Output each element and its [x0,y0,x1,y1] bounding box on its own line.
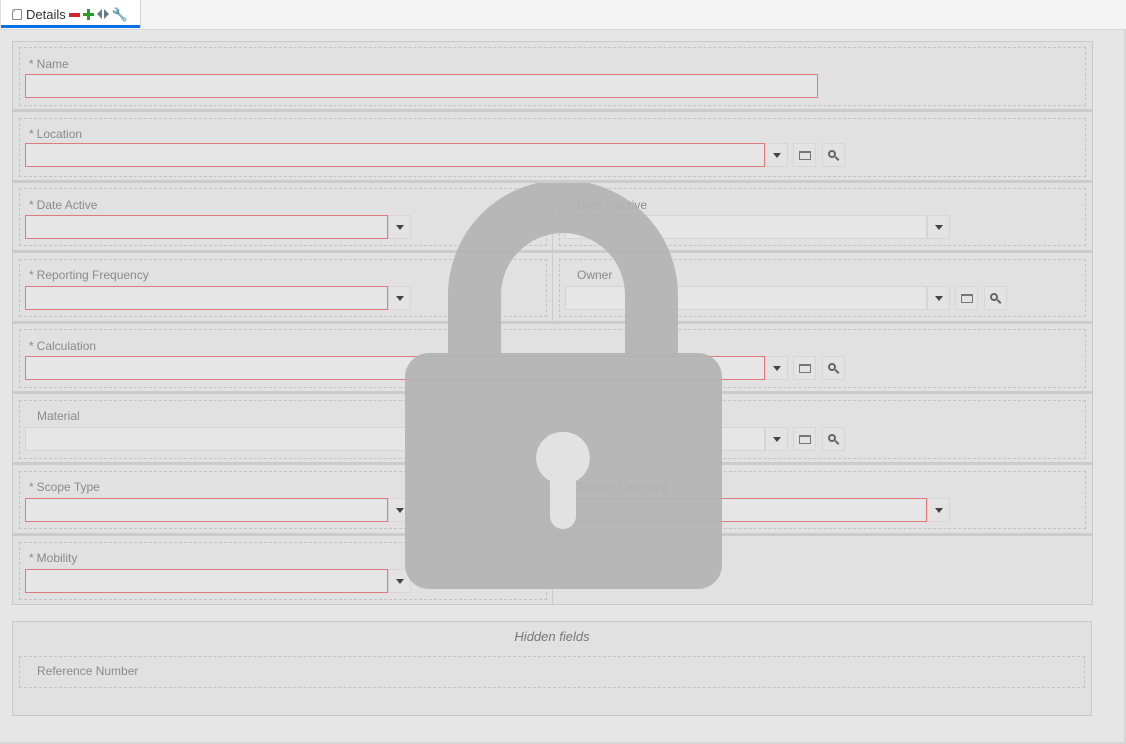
cell-date-inactive: Date Inactive [553,183,1092,250]
hidden-fields-title: Hidden fields [514,629,590,644]
search-icon [828,362,836,371]
name-input[interactable] [25,74,818,98]
mobility-input[interactable] [25,569,388,593]
reporting-frequency-dropdown-button[interactable] [388,286,411,310]
reporting-frequency-label: * Reporting Frequency [29,268,149,282]
date-inactive-dropdown-button[interactable] [927,215,950,239]
owner-label: Owner [577,268,613,282]
next-icon[interactable] [103,9,109,19]
scope-type-dropdown-button[interactable] [388,498,411,522]
field-scope-type: * Scope Type [19,471,547,529]
chevron-down-icon [395,578,404,584]
material-dropdown-button[interactable] [765,427,788,451]
field-material: Material [19,400,1086,459]
row-frequency-owner: * Reporting Frequency Owner [13,253,1092,324]
material-input[interactable] [25,427,765,451]
calculation-dropdown-button[interactable] [765,356,788,380]
row-location: * Location [13,112,1092,183]
reporting-frequency-input[interactable] [25,286,388,310]
document-icon [12,8,22,20]
row-scope-source: * Scope Type * Source Category [13,465,1092,536]
date-inactive-label: Date Inactive [577,198,648,212]
previous-icon[interactable] [96,9,102,19]
material-label: Material [37,409,80,423]
cell-scope-type: * Scope Type [13,465,553,533]
row-name: * Name [13,42,1092,112]
owner-search-button[interactable] [984,286,1007,310]
search-icon [990,292,998,301]
source-category-label: * Source Category [569,480,667,494]
field-source-category: * Source Category [559,471,1086,529]
chevron-down-icon [395,295,404,301]
field-reporting-frequency: * Reporting Frequency [19,259,547,317]
owner-browse-button[interactable] [955,286,978,310]
remove-icon[interactable] [68,13,80,17]
cell-date-active: * Date Active [13,183,553,250]
cell-source-category: * Source Category [553,465,1092,533]
wrench-icon[interactable]: 🔧 [112,8,128,21]
scope-type-label: * Scope Type [29,480,100,494]
location-dropdown-button[interactable] [765,143,788,167]
field-date-active: * Date Active [19,188,547,246]
chevron-down-icon [395,507,404,513]
chevron-down-icon [395,224,404,230]
chevron-down-icon [934,295,943,301]
field-owner: Owner [559,259,1086,317]
date-active-label: * Date Active [29,198,98,212]
calculation-search-button[interactable] [822,356,845,380]
chevron-down-icon [772,152,781,158]
folder-icon [798,434,811,444]
chevron-down-icon [772,436,781,442]
mobility-label: * Mobility [29,551,78,565]
tab-label: Details [26,6,66,22]
field-date-inactive: Date Inactive [559,188,1086,246]
mobility-dropdown-button[interactable] [388,569,411,593]
calculation-label: * Calculation [29,339,97,353]
location-label: * Location [29,127,83,141]
scope-type-input[interactable] [25,498,388,522]
chevron-down-icon [772,365,781,371]
source-category-input[interactable] [565,498,927,522]
reference-number-label: Reference Number [37,664,139,678]
row-mobility: * Mobility [13,536,1092,604]
calculation-input[interactable] [25,356,765,380]
folder-icon [798,150,811,160]
cell-mobility: * Mobility [13,536,553,604]
calculation-browse-button[interactable] [793,356,816,380]
field-reference-number: Reference Number [19,656,1085,688]
field-name: * Name [19,47,1086,106]
field-location: * Location [19,118,1086,177]
date-active-input[interactable] [25,215,388,239]
location-search-button[interactable] [822,143,845,167]
field-calculation: * Calculation [19,329,1086,388]
chevron-down-icon [934,224,943,230]
hidden-fields-section: Hidden fields Reference Number [12,621,1092,716]
tab-bar: Details 🔧 [0,0,1126,30]
cell-owner: Owner [553,253,1092,321]
row-material: Material [13,394,1092,465]
material-browse-button[interactable] [793,427,816,451]
location-input[interactable] [25,143,765,167]
row-calculation: * Calculation [13,324,1092,394]
owner-dropdown-button[interactable] [927,286,950,310]
search-icon [828,433,836,442]
cell-reporting-frequency: * Reporting Frequency [13,253,553,321]
folder-icon [960,293,973,303]
search-icon [828,149,836,158]
location-browse-button[interactable] [793,143,816,167]
owner-input[interactable] [565,286,927,310]
tab-details[interactable]: Details 🔧 [0,0,141,28]
row-dates: * Date Active Date Inactive [13,183,1092,253]
folder-icon [798,363,811,373]
material-search-button[interactable] [822,427,845,451]
field-mobility: * Mobility [19,542,547,600]
details-form: * Name * Location * Date Active Date Inacti… [12,41,1093,605]
source-category-dropdown-button[interactable] [927,498,950,522]
chevron-down-icon [934,507,943,513]
date-inactive-input[interactable] [565,215,927,239]
name-label: * Name [29,57,69,71]
date-active-dropdown-button[interactable] [388,215,411,239]
add-icon[interactable] [82,8,94,20]
